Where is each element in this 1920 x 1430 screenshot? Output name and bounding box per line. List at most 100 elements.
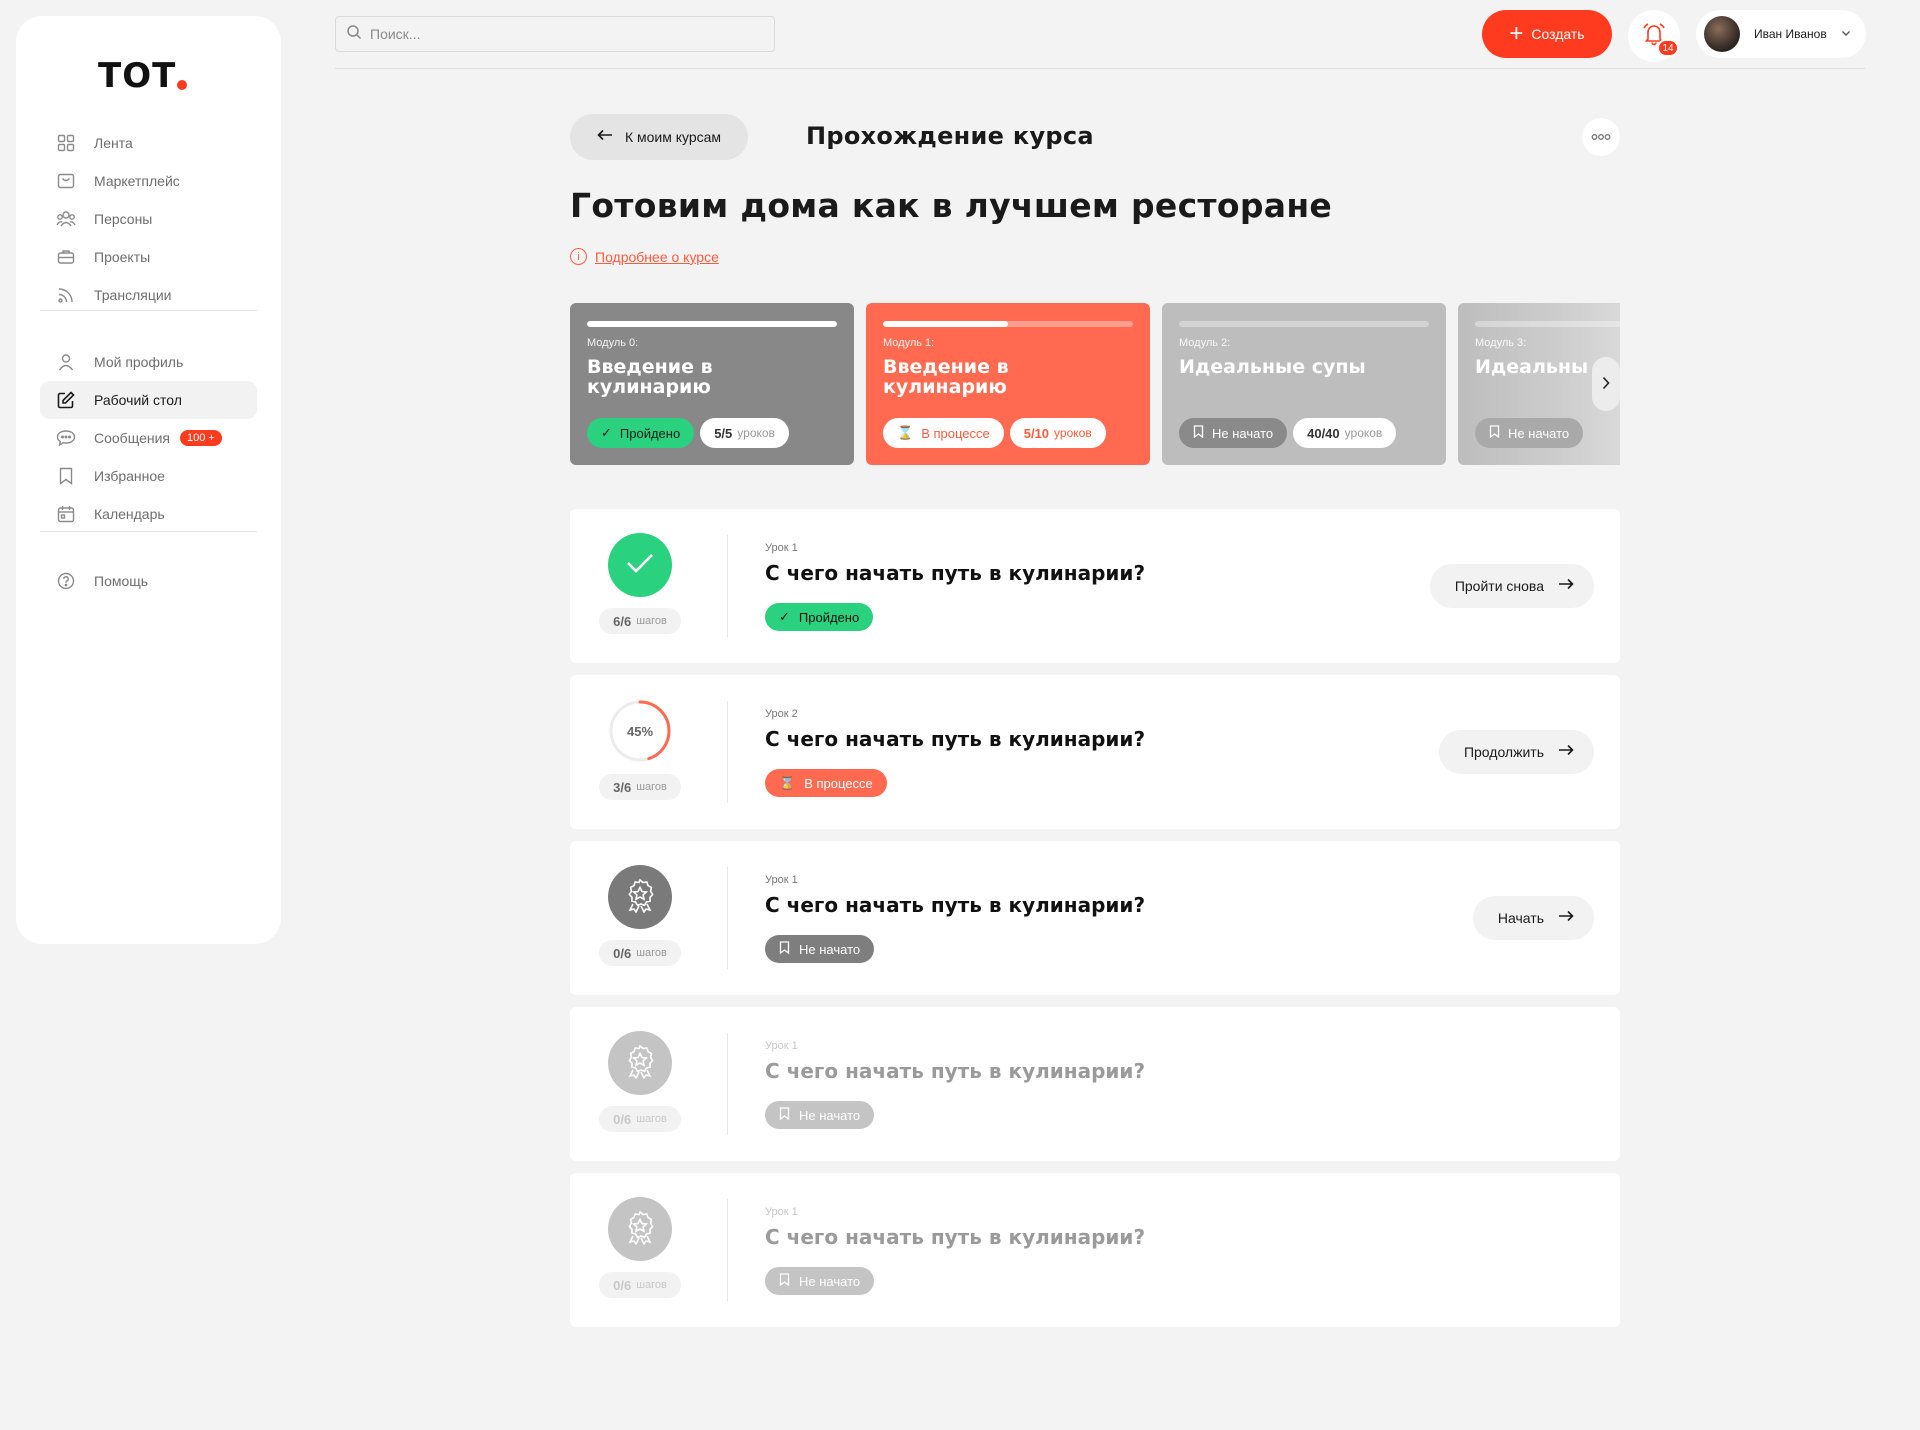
edit-icon <box>56 390 76 410</box>
bookmark-icon <box>1489 425 1500 441</box>
lesson-divider <box>727 701 728 803</box>
module-card[interactable]: Модуль 2: Идеальные супы Не начато 40/40… <box>1162 303 1446 465</box>
module-status-badge: Не начато <box>1475 418 1584 448</box>
bookmark-icon <box>779 1107 790 1123</box>
search-bar[interactable] <box>335 16 775 52</box>
module-progress-bar <box>587 321 837 327</box>
continue-lesson-button[interactable]: Продолжить <box>1438 730 1594 774</box>
lesson-locked-indicator <box>608 1031 672 1095</box>
page-title: Прохождение курса <box>806 122 1094 150</box>
lesson-progress-percent: 45% <box>626 723 654 739</box>
module-progress-bar <box>883 321 1133 327</box>
sidebar-item-label: Избранное <box>94 468 165 484</box>
lesson-label: Урок 1 <box>765 1206 798 1218</box>
sidebar-item-label: Трансляции <box>94 287 172 303</box>
module-lessons-value: 5/10 <box>1023 425 1050 441</box>
lesson-steps-unit: шагов <box>636 1279 667 1291</box>
sidebar-item-projects[interactable]: Проекты <box>40 238 257 276</box>
lesson-title: С чего начать путь в кулинарии? <box>765 561 1146 585</box>
search-input[interactable] <box>370 26 750 42</box>
action-label: Пройти снова <box>1454 578 1544 594</box>
notifications-button[interactable]: 14 <box>1628 10 1680 62</box>
sidebar-item-label: Проекты <box>94 249 151 265</box>
header-divider <box>335 68 1865 69</box>
lesson-card: 0/6 шагов Урок 1 С чего начать путь в кул… <box>570 1173 1620 1327</box>
logo-dot <box>177 80 188 90</box>
notifications-badge: 14 <box>1657 39 1679 57</box>
retry-lesson-button[interactable]: Пройти снова <box>1429 564 1594 608</box>
create-label: Создать <box>1531 26 1585 42</box>
lesson-card[interactable]: 45% 3/6 шагов Урок 2 С чего начать путь в… <box>570 675 1620 829</box>
lesson-label: Урок 1 <box>765 1040 798 1052</box>
search-icon <box>346 24 362 45</box>
module-progress-bar <box>1475 321 1620 327</box>
start-lesson-button[interactable]: Начать <box>1472 896 1594 940</box>
sidebar-item-messages[interactable]: Сообщения 100 + <box>40 419 257 457</box>
action-label: Продолжить <box>1463 744 1544 760</box>
sidebar-item-label: Сообщения <box>94 430 170 446</box>
sidebar-item-help[interactable]: Помощь <box>40 562 257 600</box>
hourglass-icon: ⌛ <box>779 775 796 790</box>
create-button[interactable]: + Создать <box>1482 10 1612 58</box>
lesson-label: Урок 1 <box>765 542 798 554</box>
messages-badge: 100 + <box>179 430 222 446</box>
lesson-label: Урок 1 <box>765 874 798 886</box>
plus-icon: + <box>1509 20 1524 47</box>
module-status-label: Не начато <box>1508 425 1570 441</box>
lesson-card[interactable]: 6/6 шагов Урок 1 С чего начать путь в кул… <box>570 509 1620 663</box>
sidebar-item-persons[interactable]: Персоны <box>40 200 257 238</box>
course-details-link[interactable]: i Подробнее о курсе <box>570 248 719 265</box>
module-lessons-value: 40/40 <box>1307 425 1340 441</box>
modules-next-button[interactable] <box>1592 357 1620 411</box>
lesson-steps-value: 0/6 <box>613 1111 632 1127</box>
module-card[interactable]: Модуль 1: Введение в кулинарию ⌛ В процес… <box>866 303 1150 465</box>
sidebar-item-marketplace[interactable]: Маркетплейс <box>40 162 257 200</box>
user-menu[interactable]: Иван Иванов <box>1696 10 1866 58</box>
sidebar-item-calendar[interactable]: Календарь <box>40 495 257 533</box>
sidebar-item-favorites[interactable]: Избранное <box>40 457 257 495</box>
chat-icon <box>56 428 76 448</box>
user-name: Иван Иванов <box>1754 27 1827 41</box>
lesson-steps-count: 0/6 шагов <box>599 1272 681 1298</box>
course-title: Готовим дома как в лучшем ресторане <box>570 186 1333 225</box>
lesson-status-badge: Не начато <box>765 935 875 963</box>
bookmark-icon <box>1193 425 1204 441</box>
module-progress-fill <box>587 321 837 327</box>
lesson-title: С чего начать путь в кулинарии? <box>765 893 1146 917</box>
module-label: Модуль 1: <box>883 337 935 349</box>
module-status-label: Не начато <box>1212 425 1274 441</box>
arrow-right-icon <box>1558 577 1574 595</box>
award-badge-icon <box>622 1043 658 1084</box>
module-progress-fill <box>883 321 1008 327</box>
broadcast-icon <box>56 285 76 305</box>
module-title: Введение в кулинарию <box>587 356 713 398</box>
arrow-left-icon <box>597 128 613 146</box>
check-icon <box>625 552 655 579</box>
more-dots-icon <box>1591 130 1611 144</box>
module-label: Модуль 3: <box>1475 337 1527 349</box>
lesson-label: Урок 2 <box>765 708 798 720</box>
lesson-steps-value: 6/6 <box>613 613 632 629</box>
sidebar-item-feed[interactable]: Лента <box>40 124 257 162</box>
sidebar-item-profile[interactable]: Мой профиль <box>40 343 257 381</box>
back-to-courses-button[interactable]: К моим курсам <box>570 114 748 160</box>
back-label: К моим курсам <box>624 129 722 145</box>
module-lessons-count: 5/5 уроков <box>700 418 789 448</box>
module-lessons-value: 5/5 <box>714 425 733 441</box>
module-label: Модуль 2: <box>1179 337 1231 349</box>
logo[interactable]: ТОТ <box>98 56 188 96</box>
sidebar-item-label: Лента <box>94 135 133 151</box>
lesson-steps-unit: шагов <box>636 615 667 627</box>
bookmark-icon <box>779 941 790 957</box>
help-icon <box>56 571 76 591</box>
sidebar-item-desktop[interactable]: Рабочий стол <box>40 381 257 419</box>
lesson-card[interactable]: 0/6 шагов Урок 1 С чего начать путь в кул… <box>570 841 1620 995</box>
more-options-button[interactable] <box>1582 118 1620 156</box>
lesson-status-label: Не начато <box>799 1107 861 1123</box>
sidebar-item-label: Маркетплейс <box>94 173 180 189</box>
sidebar: ТОТ Лента Маркетплейс Персоны Проекты Тр… <box>16 16 281 944</box>
module-card[interactable]: Модуль 0: Введение в кулинарию ✓ Пройдено… <box>570 303 854 465</box>
briefcase-icon <box>56 247 76 267</box>
module-label: Модуль 0: <box>587 337 639 349</box>
sidebar-item-broadcasts[interactable]: Трансляции <box>40 276 257 314</box>
